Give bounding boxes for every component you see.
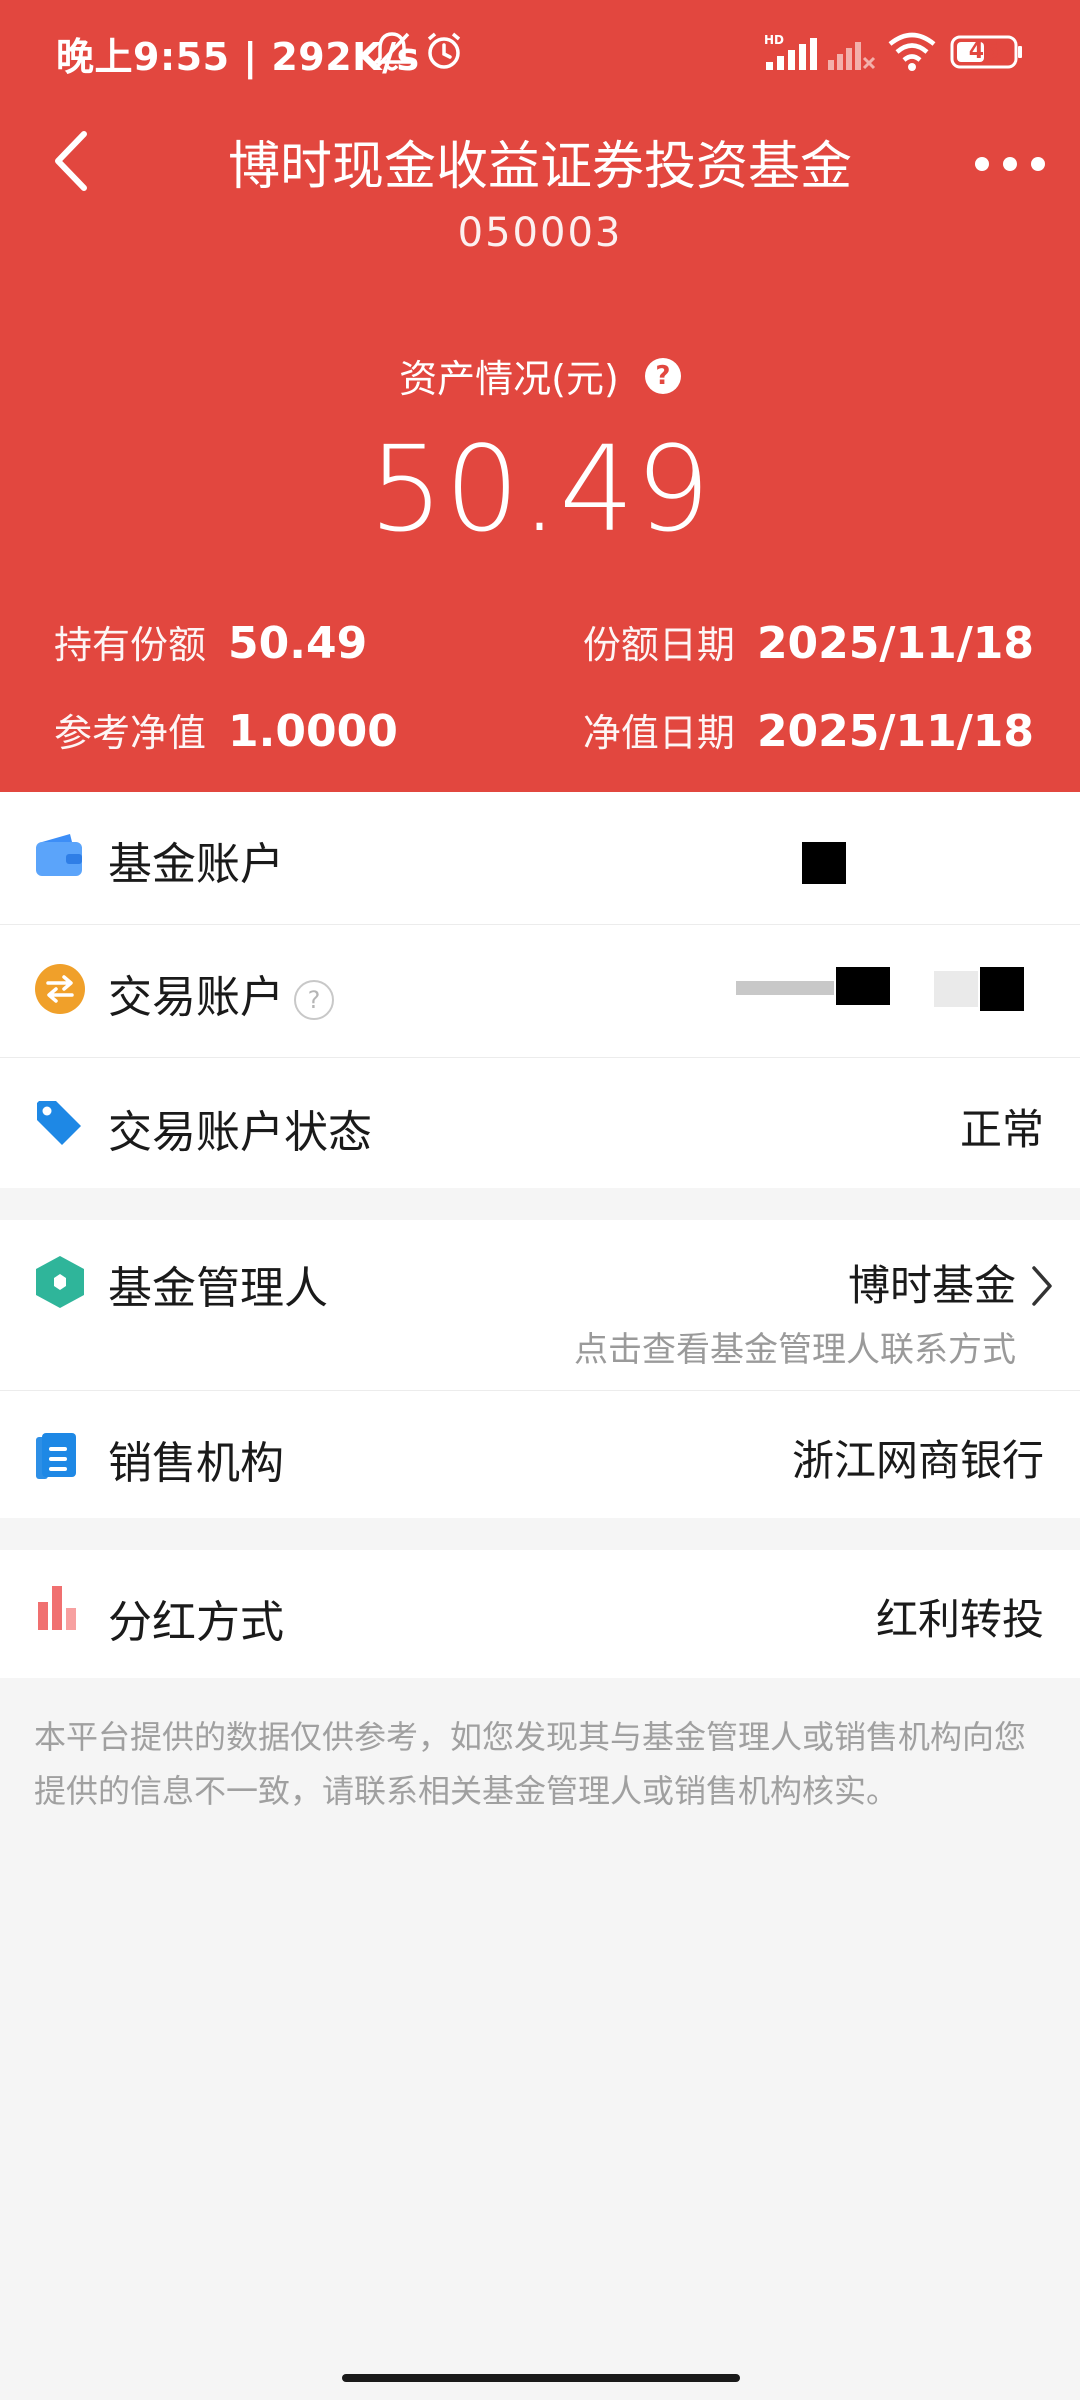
share-date: 份额日期 2025/11/18	[583, 614, 1034, 669]
hexagon-icon	[36, 1256, 84, 1308]
redacted-fund-account	[802, 842, 846, 884]
sales-agency-row: 销售机构 浙江网商银行	[0, 1391, 1080, 1518]
more-options-icon[interactable]	[970, 140, 1050, 180]
sales-agency-label: 销售机构	[108, 1438, 284, 1489]
fund-title: 博时现金收益证券投资基金	[227, 137, 852, 197]
status-bar: 晚上9:55 | 292K/s HD 45	[0, 0, 1080, 100]
redacted-trade-account-b	[836, 967, 890, 1005]
home-indicator[interactable]	[342, 2374, 740, 2382]
nav-date: 净值日期 2025/11/18	[583, 702, 1034, 757]
chevron-right-icon	[1032, 1266, 1052, 1306]
book-icon	[36, 1433, 76, 1479]
exchange-icon	[35, 964, 85, 1014]
trade-status-label: 交易账户状态	[108, 1107, 372, 1158]
fund-account-row: 基金账户	[0, 792, 1080, 924]
asset-value: 50.49	[368, 420, 712, 558]
reference-nav-value: 1.0000	[228, 706, 398, 757]
dividend-row: 分红方式 红利转投	[0, 1550, 1080, 1678]
trade-status-row: 交易账户状态 正常	[0, 1058, 1080, 1188]
disclaimer-text: 本平台提供的数据仅供参考，如您发现其与基金管理人或销售机构向您提供的信息不一致，…	[34, 1718, 1027, 1810]
share-date-label: 份额日期	[582, 623, 735, 667]
svg-text:HD: HD	[764, 33, 784, 47]
fund-account-label: 基金账户	[108, 839, 284, 890]
wallet-icon	[36, 834, 82, 876]
nav-date-value: 2025/11/18	[756, 706, 1034, 757]
redacted-trade-account-d	[980, 967, 1024, 1011]
trade-account-help-icon[interactable]: ?	[294, 980, 334, 1020]
status-time-speed: 晚上9:55 | 292K/s	[56, 35, 420, 79]
share-date-value: 2025/11/18	[756, 618, 1034, 669]
trade-account-row: 交易账户?	[0, 925, 1080, 1057]
trade-account-label-wrap: 交易账户?	[108, 961, 334, 1025]
reference-nav: 参考净值 1.0000	[54, 702, 398, 757]
account-card: 基金账户 交易账户? 交易账户状态 正常	[0, 792, 1080, 1188]
fund-manager-hint: 点击查看基金管理人联系方式	[574, 1330, 1016, 1370]
redacted-trade-account-c	[934, 971, 978, 1007]
sales-agency-value: 浙江网商银行	[791, 1436, 1044, 1485]
trade-status-value: 正常	[959, 1105, 1044, 1154]
holding-shares: 持有份额 50.49	[54, 614, 367, 669]
asset-label: 资产情况(元)	[399, 357, 619, 401]
wifi-icon	[888, 32, 936, 71]
bar-chart-icon	[38, 1586, 76, 1630]
dividend-value: 红利转投	[875, 1595, 1044, 1644]
dividend-label: 分红方式	[108, 1597, 284, 1648]
mute-bell-icon	[372, 32, 412, 71]
fund-code: 050003	[457, 210, 623, 256]
fund-manager-row[interactable]: 基金管理人 博时基金 点击查看基金管理人联系方式	[0, 1220, 1080, 1390]
signal-weak-icon	[828, 42, 876, 70]
asset-help-icon[interactable]: ?	[644, 357, 681, 394]
dividend-card: 分红方式 红利转投	[0, 1550, 1080, 1678]
tag-icon	[37, 1101, 81, 1145]
redacted-trade-account-a	[736, 981, 834, 995]
nav-date-label: 净值日期	[582, 711, 735, 755]
manager-card: 基金管理人 博时基金 点击查看基金管理人联系方式 销售机构 浙江网商银行	[0, 1220, 1080, 1518]
holding-shares-value: 50.49	[228, 618, 368, 669]
asset-label-row: 资产情况(元) ?	[0, 348, 1080, 403]
fund-manager-value: 博时基金	[847, 1261, 1016, 1310]
trade-account-label: 交易账户	[108, 972, 284, 1023]
signal-hd-icon: HD	[764, 33, 817, 70]
alarm-icon	[427, 32, 461, 69]
reference-nav-label: 参考净值	[54, 711, 207, 755]
battery-level: 45	[968, 39, 1000, 64]
holding-shares-label: 持有份额	[54, 623, 207, 667]
fund-manager-label: 基金管理人	[108, 1263, 328, 1314]
fund-header: 晚上9:55 | 292K/s HD 45 博时现金收益证券投资基金 05000…	[0, 0, 1080, 792]
